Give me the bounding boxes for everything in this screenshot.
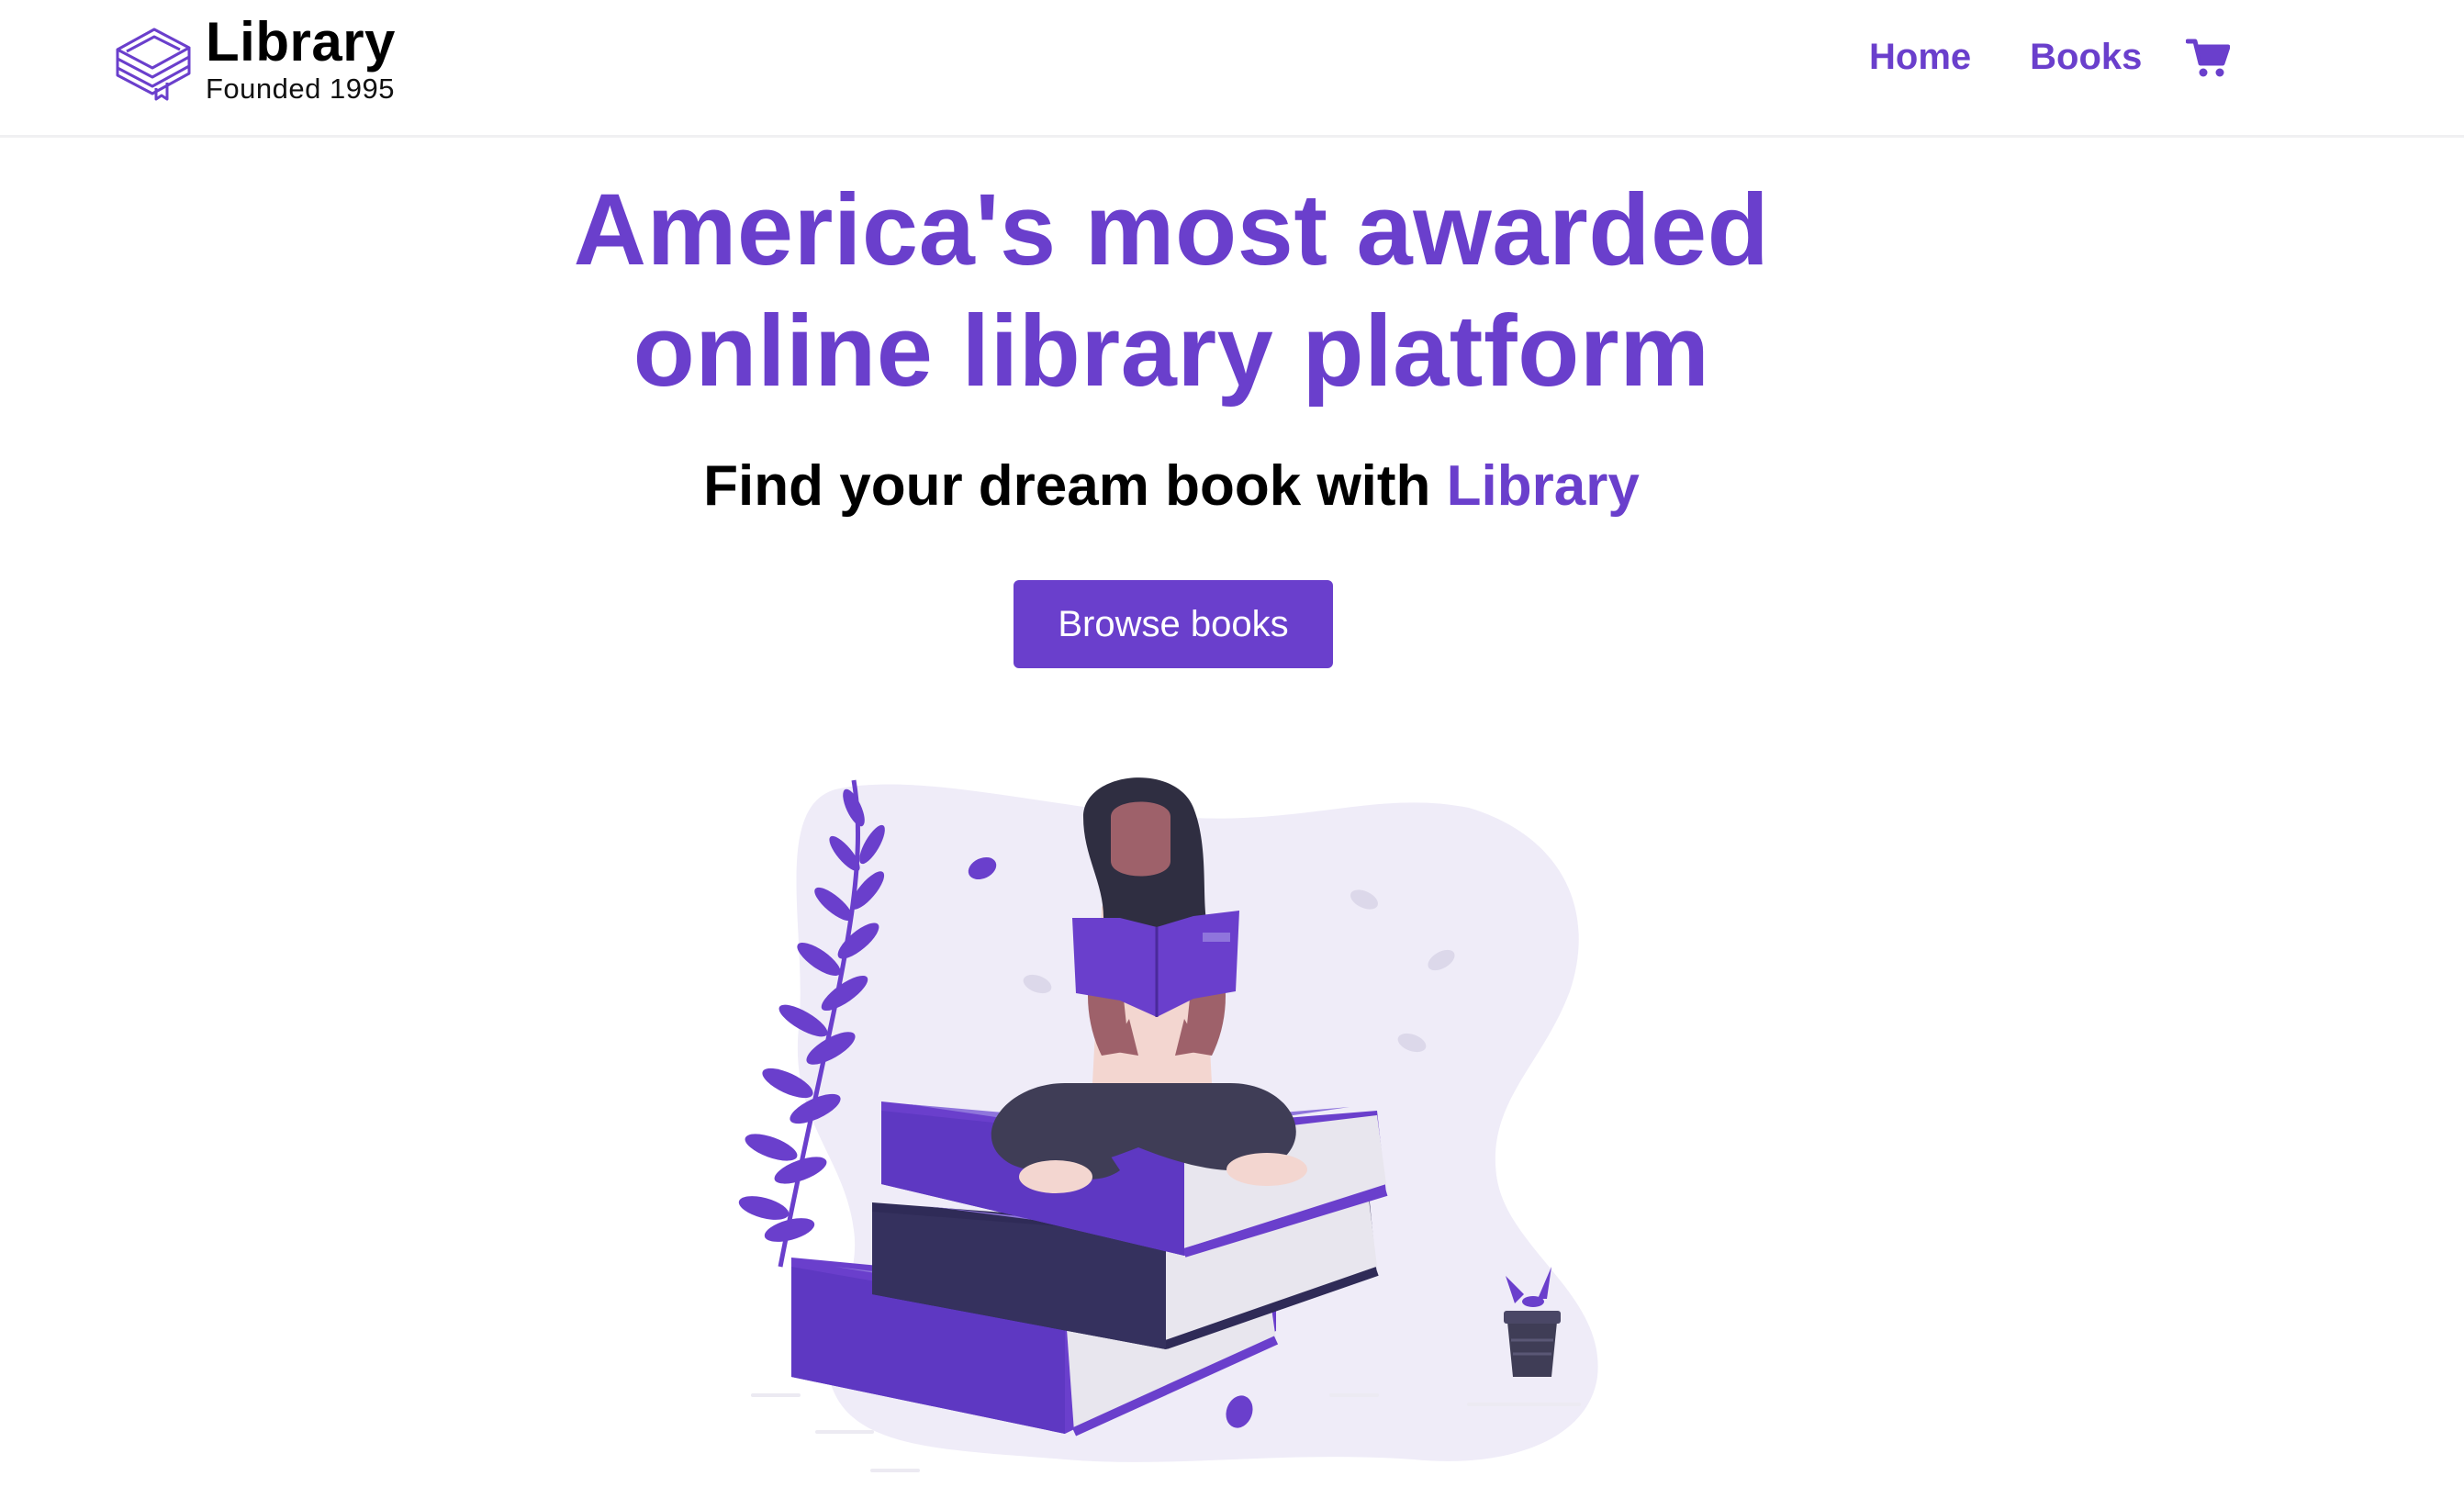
hero-title-line-1: America's most awarded	[573, 173, 1770, 286]
hero-subtitle: Find your dream book with Library	[0, 450, 2343, 523]
hero-title: America's most awarded online library pl…	[0, 170, 2343, 412]
nav-link-books[interactable]: Books	[2030, 37, 2142, 78]
stacked-books-icon	[116, 28, 191, 101]
hero-subtitle-brand: Library	[1446, 454, 1640, 518]
brand-logo[interactable]: Library Founded 1995	[114, 13, 396, 106]
hero-subtitle-text: Find your dream book with	[703, 454, 1447, 518]
woman-reading-on-books-illustration	[738, 777, 1598, 1472]
nav-link-home[interactable]: Home	[1869, 37, 1971, 78]
brand-subtitle: Founded 1995	[206, 73, 395, 105]
brand-title: Library	[206, 11, 396, 73]
top-navbar: Library Founded 1995 Home Books	[0, 0, 2464, 138]
hero-title-line-2: online library platform	[633, 295, 1710, 408]
browse-books-button[interactable]: Browse books	[1014, 580, 1333, 668]
shopping-cart-icon[interactable]	[2186, 38, 2231, 78]
nav-links: Home Books	[1869, 37, 2231, 78]
